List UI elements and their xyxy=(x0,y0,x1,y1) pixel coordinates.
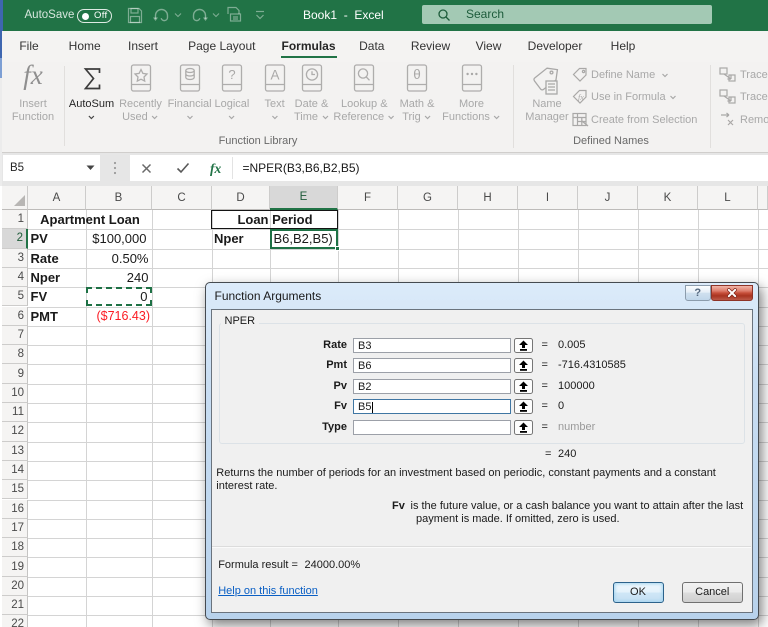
svg-text:fx: fx xyxy=(578,93,584,102)
svg-text:θ: θ xyxy=(413,67,421,82)
svg-text:A: A xyxy=(270,68,279,83)
svg-text:?: ? xyxy=(228,67,235,82)
